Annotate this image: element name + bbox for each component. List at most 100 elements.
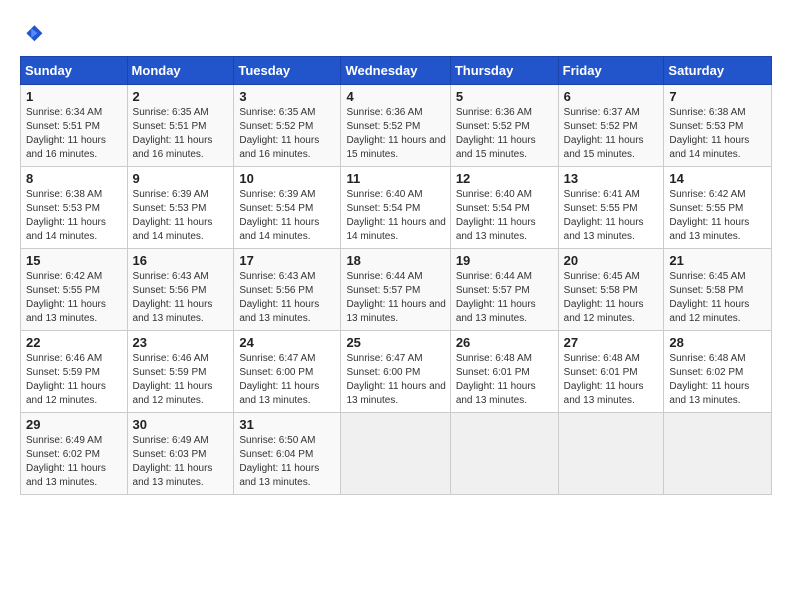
header-day-wednesday: Wednesday [341,57,450,85]
calendar-cell [450,413,558,495]
logo-icon [20,22,44,46]
header [20,18,772,46]
week-row-2: 8 Sunrise: 6:38 AMSunset: 5:53 PMDayligh… [21,167,772,249]
calendar-header: SundayMondayTuesdayWednesdayThursdayFrid… [21,57,772,85]
header-row: SundayMondayTuesdayWednesdayThursdayFrid… [21,57,772,85]
day-info: Sunrise: 6:35 AMSunset: 5:51 PMDaylight:… [133,107,213,160]
logo [20,22,48,46]
day-number: 8 [26,171,123,186]
day-number: 16 [133,253,230,268]
calendar-table: SundayMondayTuesdayWednesdayThursdayFrid… [20,56,772,495]
day-info: Sunrise: 6:46 AMSunset: 5:59 PMDaylight:… [26,353,106,406]
day-info: Sunrise: 6:46 AMSunset: 5:59 PMDaylight:… [133,353,213,406]
day-info: Sunrise: 6:49 AMSunset: 6:03 PMDaylight:… [133,435,213,488]
calendar-cell: 4 Sunrise: 6:36 AMSunset: 5:52 PMDayligh… [341,85,450,167]
day-number: 25 [346,335,445,350]
calendar-cell: 11 Sunrise: 6:40 AMSunset: 5:54 PMDaylig… [341,167,450,249]
day-number: 10 [239,171,336,186]
day-number: 11 [346,171,445,186]
day-info: Sunrise: 6:36 AMSunset: 5:52 PMDaylight:… [456,107,536,160]
calendar-cell: 13 Sunrise: 6:41 AMSunset: 5:55 PMDaylig… [558,167,664,249]
calendar-cell: 17 Sunrise: 6:43 AMSunset: 5:56 PMDaylig… [234,249,341,331]
day-info: Sunrise: 6:49 AMSunset: 6:02 PMDaylight:… [26,435,106,488]
day-number: 23 [133,335,230,350]
calendar-cell: 3 Sunrise: 6:35 AMSunset: 5:52 PMDayligh… [234,85,341,167]
calendar-cell: 19 Sunrise: 6:44 AMSunset: 5:57 PMDaylig… [450,249,558,331]
day-info: Sunrise: 6:36 AMSunset: 5:52 PMDaylight:… [346,107,445,160]
calendar-cell: 27 Sunrise: 6:48 AMSunset: 6:01 PMDaylig… [558,331,664,413]
calendar-cell [664,413,772,495]
day-number: 12 [456,171,554,186]
day-info: Sunrise: 6:47 AMSunset: 6:00 PMDaylight:… [346,353,445,406]
calendar-cell: 8 Sunrise: 6:38 AMSunset: 5:53 PMDayligh… [21,167,128,249]
day-number: 2 [133,89,230,104]
day-number: 28 [669,335,767,350]
day-number: 26 [456,335,554,350]
day-info: Sunrise: 6:42 AMSunset: 5:55 PMDaylight:… [669,189,749,242]
header-day-tuesday: Tuesday [234,57,341,85]
header-day-saturday: Saturday [664,57,772,85]
calendar-cell: 9 Sunrise: 6:39 AMSunset: 5:53 PMDayligh… [127,167,234,249]
day-number: 7 [669,89,767,104]
calendar-cell [558,413,664,495]
day-number: 31 [239,417,336,432]
day-info: Sunrise: 6:39 AMSunset: 5:54 PMDaylight:… [239,189,319,242]
day-number: 19 [456,253,554,268]
day-number: 6 [564,89,660,104]
calendar-cell: 30 Sunrise: 6:49 AMSunset: 6:03 PMDaylig… [127,413,234,495]
week-row-3: 15 Sunrise: 6:42 AMSunset: 5:55 PMDaylig… [21,249,772,331]
calendar-cell: 6 Sunrise: 6:37 AMSunset: 5:52 PMDayligh… [558,85,664,167]
calendar-cell: 24 Sunrise: 6:47 AMSunset: 6:00 PMDaylig… [234,331,341,413]
week-row-4: 22 Sunrise: 6:46 AMSunset: 5:59 PMDaylig… [21,331,772,413]
day-info: Sunrise: 6:50 AMSunset: 6:04 PMDaylight:… [239,435,319,488]
day-info: Sunrise: 6:43 AMSunset: 5:56 PMDaylight:… [239,271,319,324]
day-info: Sunrise: 6:47 AMSunset: 6:00 PMDaylight:… [239,353,319,406]
day-info: Sunrise: 6:48 AMSunset: 6:01 PMDaylight:… [564,353,644,406]
day-number: 21 [669,253,767,268]
day-number: 30 [133,417,230,432]
calendar-cell: 25 Sunrise: 6:47 AMSunset: 6:00 PMDaylig… [341,331,450,413]
day-info: Sunrise: 6:48 AMSunset: 6:02 PMDaylight:… [669,353,749,406]
calendar-cell: 7 Sunrise: 6:38 AMSunset: 5:53 PMDayligh… [664,85,772,167]
day-info: Sunrise: 6:41 AMSunset: 5:55 PMDaylight:… [564,189,644,242]
day-info: Sunrise: 6:40 AMSunset: 5:54 PMDaylight:… [456,189,536,242]
page: SundayMondayTuesdayWednesdayThursdayFrid… [0,0,792,507]
header-day-sunday: Sunday [21,57,128,85]
day-number: 24 [239,335,336,350]
week-row-1: 1 Sunrise: 6:34 AMSunset: 5:51 PMDayligh… [21,85,772,167]
calendar-body: 1 Sunrise: 6:34 AMSunset: 5:51 PMDayligh… [21,85,772,495]
week-row-5: 29 Sunrise: 6:49 AMSunset: 6:02 PMDaylig… [21,413,772,495]
day-number: 5 [456,89,554,104]
day-info: Sunrise: 6:45 AMSunset: 5:58 PMDaylight:… [564,271,644,324]
calendar-cell: 5 Sunrise: 6:36 AMSunset: 5:52 PMDayligh… [450,85,558,167]
calendar-cell: 31 Sunrise: 6:50 AMSunset: 6:04 PMDaylig… [234,413,341,495]
calendar-cell: 23 Sunrise: 6:46 AMSunset: 5:59 PMDaylig… [127,331,234,413]
day-number: 22 [26,335,123,350]
day-number: 20 [564,253,660,268]
day-info: Sunrise: 6:37 AMSunset: 5:52 PMDaylight:… [564,107,644,160]
day-number: 1 [26,89,123,104]
day-info: Sunrise: 6:38 AMSunset: 5:53 PMDaylight:… [26,189,106,242]
calendar-cell: 28 Sunrise: 6:48 AMSunset: 6:02 PMDaylig… [664,331,772,413]
calendar-cell: 14 Sunrise: 6:42 AMSunset: 5:55 PMDaylig… [664,167,772,249]
day-number: 18 [346,253,445,268]
day-info: Sunrise: 6:44 AMSunset: 5:57 PMDaylight:… [346,271,445,324]
calendar-cell: 16 Sunrise: 6:43 AMSunset: 5:56 PMDaylig… [127,249,234,331]
day-number: 17 [239,253,336,268]
calendar-cell: 10 Sunrise: 6:39 AMSunset: 5:54 PMDaylig… [234,167,341,249]
calendar-cell: 2 Sunrise: 6:35 AMSunset: 5:51 PMDayligh… [127,85,234,167]
day-info: Sunrise: 6:35 AMSunset: 5:52 PMDaylight:… [239,107,319,160]
day-number: 27 [564,335,660,350]
calendar-cell: 12 Sunrise: 6:40 AMSunset: 5:54 PMDaylig… [450,167,558,249]
header-day-friday: Friday [558,57,664,85]
day-number: 14 [669,171,767,186]
day-number: 4 [346,89,445,104]
calendar-cell [341,413,450,495]
calendar-cell: 18 Sunrise: 6:44 AMSunset: 5:57 PMDaylig… [341,249,450,331]
calendar-cell: 21 Sunrise: 6:45 AMSunset: 5:58 PMDaylig… [664,249,772,331]
header-day-monday: Monday [127,57,234,85]
day-info: Sunrise: 6:43 AMSunset: 5:56 PMDaylight:… [133,271,213,324]
calendar-cell: 22 Sunrise: 6:46 AMSunset: 5:59 PMDaylig… [21,331,128,413]
calendar-cell: 26 Sunrise: 6:48 AMSunset: 6:01 PMDaylig… [450,331,558,413]
day-number: 15 [26,253,123,268]
